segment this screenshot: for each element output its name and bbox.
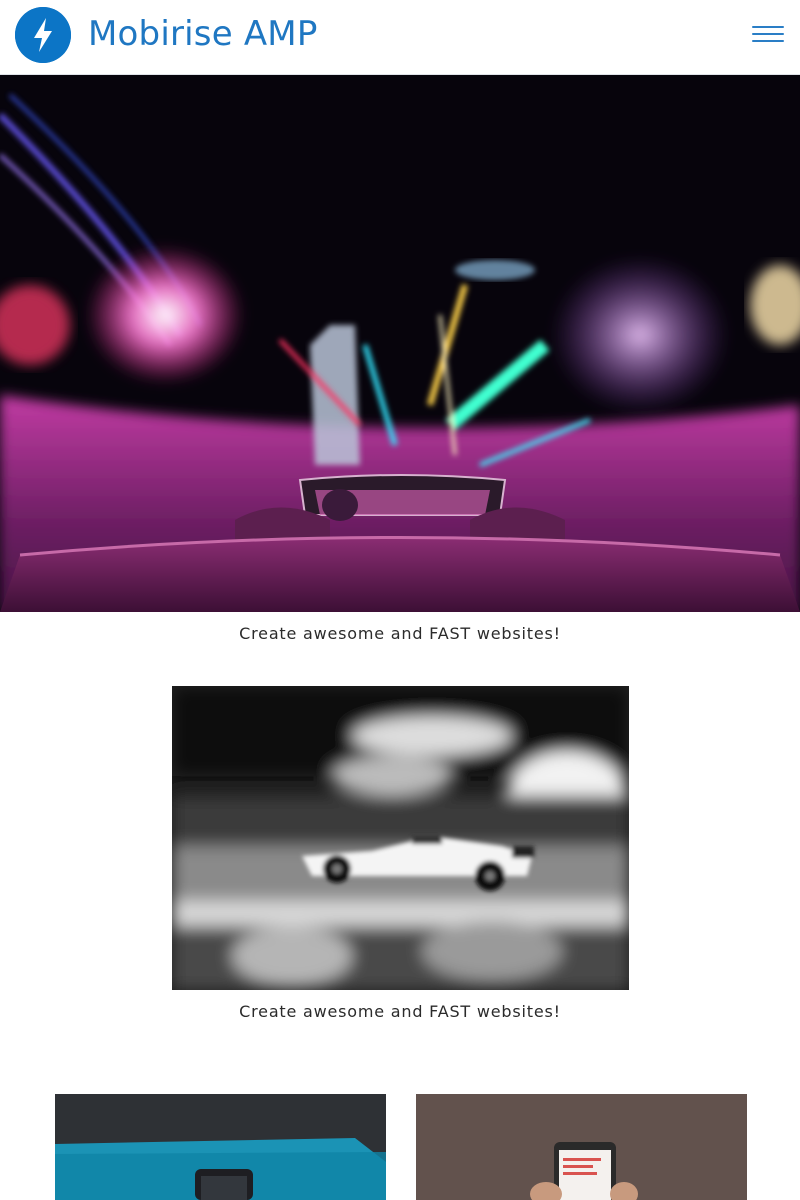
menu-line (752, 40, 784, 42)
menu-line (752, 33, 784, 35)
menu-line (752, 26, 784, 28)
brand-name[interactable]: Mobirise AMP (88, 12, 318, 56)
lightning-bolt-icon[interactable] (15, 7, 71, 63)
navbar: Mobirise AMP (0, 0, 800, 75)
hero-caption: Create awesome and FAST websites! (239, 624, 561, 643)
card-image-phone-hand (416, 1094, 747, 1200)
card-image-phone-teal (55, 1094, 386, 1200)
hero-image (0, 75, 800, 612)
hamburger-menu-icon[interactable] (752, 22, 784, 46)
gallery-caption: Create awesome and FAST websites! (239, 1002, 561, 1021)
race-car-image (172, 686, 629, 990)
